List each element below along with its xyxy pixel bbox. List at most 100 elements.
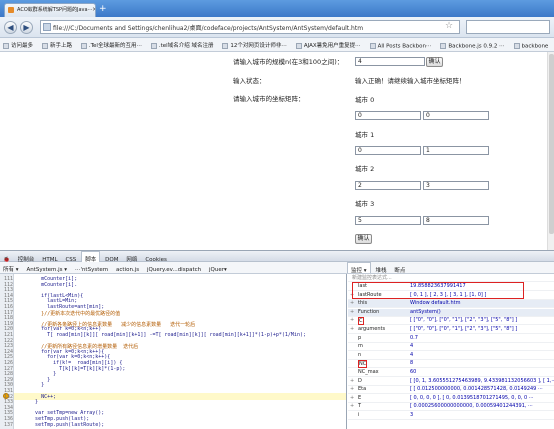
bookmark-item[interactable]: backbone bbox=[513, 42, 548, 49]
watch-key: T bbox=[358, 403, 362, 410]
watch-row[interactable]: + E [ 0, 0, 0, 0 ], [ 0, 0.013951870127149… bbox=[348, 395, 554, 403]
city-2-x-input[interactable]: 2 bbox=[355, 181, 421, 190]
watch-key: Function bbox=[358, 308, 380, 315]
watch-row[interactable]: NC_max 60 bbox=[348, 369, 554, 377]
back-button[interactable]: ◀ bbox=[4, 21, 17, 34]
bookmark-star-icon[interactable]: ☆ bbox=[445, 21, 453, 31]
watch-value: 0.7 bbox=[410, 334, 418, 341]
city-0-y-input[interactable]: 0 bbox=[423, 111, 489, 120]
watch-key: m bbox=[358, 343, 363, 350]
city-1-x-input[interactable]: 0 bbox=[355, 146, 421, 155]
watch-row[interactable]: n4 bbox=[348, 352, 554, 360]
watch-row[interactable]: + T [ 0.00025600000000000, 0.0005940124439… bbox=[348, 403, 554, 412]
bookmark-item[interactable]: 12个对网页设计师非⋯ bbox=[222, 41, 287, 49]
tab-stack[interactable]: 堆栈 bbox=[372, 263, 389, 274]
bookmark-item[interactable]: All Posts Backbon⋯ bbox=[369, 42, 431, 49]
watch-row[interactable]: m4 bbox=[348, 343, 554, 352]
watch-row[interactable]: + this Window default.htm bbox=[348, 300, 554, 309]
script-source-panel[interactable]: 111 112 113 114 115 116 117 118 119 120 121 122 123 1… bbox=[0, 274, 347, 429]
page-content: 请输入城市的规模n(在3和100之间)： 4 确认 输入状态： 输入正确！请继续… bbox=[0, 52, 554, 250]
watch-row[interactable]: + Eta [ [ 0.012500000000, 0.001428571428, … bbox=[348, 386, 554, 395]
code-line: mCounter[i]. bbox=[17, 281, 78, 288]
breadcrumb-item[interactable]: jQuery.ev...dispatch bbox=[144, 264, 204, 273]
watch-key: C bbox=[358, 317, 364, 326]
page-scrollbar[interactable] bbox=[547, 52, 554, 250]
tab-breakpoints[interactable]: 断点 bbox=[391, 263, 408, 274]
watch-row[interactable]: + C [ ["0", "0"], ["0", "1"], ["2", "3"], … bbox=[348, 317, 554, 326]
browser-tab[interactable]: ACO蚁群系统解TSP问题的Java⋯ × bbox=[4, 3, 96, 17]
expand-icon[interactable]: + bbox=[350, 386, 354, 392]
url-input[interactable]: file:///C:/Documents and Settings/chenli… bbox=[40, 20, 460, 34]
bookmark-icon bbox=[369, 42, 376, 49]
line-number[interactable]: 137 bbox=[0, 422, 13, 428]
watch-key: n bbox=[358, 351, 362, 358]
watch-toolbar: 监控 ▾ 堆栈 断点 bbox=[347, 262, 554, 274]
watch-value: 8 bbox=[410, 360, 414, 367]
expand-icon[interactable]: + bbox=[350, 317, 354, 323]
watch-value: 4 bbox=[410, 351, 414, 358]
expand-icon[interactable]: + bbox=[350, 403, 354, 409]
watch-row[interactable]: + Function antSystem() bbox=[348, 308, 554, 317]
watch-key: D bbox=[358, 377, 362, 384]
script-toolbar: 所有 ▾ AntSystem.js ▾ ⋯'ntSystem action.js… bbox=[0, 262, 347, 274]
bookmark-item[interactable]: AJAX暑免用户重复提⋯ bbox=[295, 41, 361, 49]
city-3-y-input[interactable]: 8 bbox=[423, 216, 489, 225]
breadcrumb-item[interactable]: jQuer▾ bbox=[206, 264, 230, 273]
city-0-x-input[interactable]: 0 bbox=[355, 111, 421, 120]
watch-key: E bbox=[358, 394, 362, 401]
city-3-label: 城市 3 bbox=[355, 200, 375, 208]
bookmark-item[interactable]: 新手上路 bbox=[41, 41, 72, 49]
matrix-submit-button[interactable]: 确认 bbox=[355, 234, 372, 244]
script-filter-dropdown[interactable]: 所有 ▾ bbox=[0, 262, 22, 273]
watch-row[interactable]: p 0.7 bbox=[348, 335, 554, 343]
bookmark-icon bbox=[513, 42, 520, 49]
bookmark-item[interactable]: .tel域名介绍 域名注册 bbox=[150, 41, 213, 49]
bookmark-icon bbox=[80, 42, 87, 49]
bookmark-icon bbox=[150, 42, 157, 49]
expand-icon[interactable]: + bbox=[350, 300, 354, 306]
bookmark-icon bbox=[295, 42, 302, 49]
bookmark-item[interactable]: 访问最多 bbox=[3, 41, 33, 49]
new-watch-input[interactable]: 新建监控表达式... bbox=[348, 274, 554, 282]
city-1-y-input[interactable]: 1 bbox=[423, 146, 489, 155]
breadcrumb-item[interactable]: action.js bbox=[113, 264, 142, 273]
tab-close-icon[interactable]: × bbox=[92, 6, 95, 13]
bookmark-icon bbox=[3, 42, 9, 49]
scrollbar-thumb[interactable] bbox=[549, 54, 554, 234]
watch-value: 3 bbox=[410, 412, 414, 418]
bookmark-item[interactable]: .Tel全球最新的互用⋯ bbox=[80, 41, 142, 49]
bookmark-item[interactable]: Backbone.js 0.9.2 ⋯ bbox=[440, 42, 505, 49]
watch-value: [ [ 0.012500000000, 0.001428571428, 0.01… bbox=[410, 386, 543, 393]
city-size-input[interactable]: 4 bbox=[355, 57, 425, 66]
expand-icon[interactable]: + bbox=[350, 309, 354, 315]
search-input[interactable] bbox=[466, 20, 550, 34]
size-confirm-button[interactable]: 确认 bbox=[426, 57, 443, 67]
watch-value: antSystem() bbox=[410, 308, 441, 315]
new-tab-button[interactable]: + bbox=[99, 4, 111, 14]
forward-button[interactable]: ▶ bbox=[20, 21, 33, 34]
watch-value: [ 0.00025600000000000, 0.00059401244391,… bbox=[410, 403, 534, 410]
line-number-gutter[interactable]: 111 112 113 114 115 116 117 118 119 120 121 122 123 1… bbox=[0, 274, 14, 429]
watch-key: i bbox=[358, 412, 360, 418]
window-title-bar: ACO蚁群系统解TSP问题的Java⋯ × + bbox=[0, 0, 554, 17]
city-2-y-input[interactable]: 3 bbox=[423, 181, 489, 190]
watch-value: [ 0, 0, 0, 0 ], [ 0, 0.0139518701271495,… bbox=[410, 394, 534, 401]
tab-script[interactable]: 脚本 bbox=[81, 251, 101, 263]
status-message: 输入正确！请继续输入城市坐标矩阵！ bbox=[355, 77, 466, 85]
watch-row[interactable]: + D [ [0, 1, 3.605551275463989, 9.43398113… bbox=[348, 378, 554, 386]
watch-row[interactable]: + arguments [ ["0", "0"], ["0", "1"], ["2"… bbox=[348, 326, 554, 334]
script-file-dropdown[interactable]: AntSystem.js ▾ bbox=[23, 264, 70, 273]
breadcrumb-item[interactable]: ⋯'ntSystem bbox=[72, 264, 111, 273]
matrix-label: 请输入城市的坐标矩阵： bbox=[233, 95, 305, 103]
city-0-label: 城市 0 bbox=[355, 96, 375, 104]
city-3-x-input[interactable]: 5 bbox=[355, 216, 421, 225]
tab-watch[interactable]: 监控 ▾ bbox=[347, 262, 371, 274]
watch-panel[interactable]: 新建监控表达式... last 19.858823637991417 + lastRou… bbox=[348, 274, 554, 429]
watch-key: arguments bbox=[358, 326, 386, 332]
expand-icon[interactable]: + bbox=[350, 326, 354, 332]
watch-value: 4 bbox=[410, 343, 414, 350]
expand-icon[interactable]: + bbox=[350, 378, 354, 384]
expand-icon[interactable]: + bbox=[350, 395, 354, 401]
watch-row[interactable]: NC 8 bbox=[348, 360, 554, 369]
watch-row[interactable]: i3 bbox=[348, 412, 554, 420]
